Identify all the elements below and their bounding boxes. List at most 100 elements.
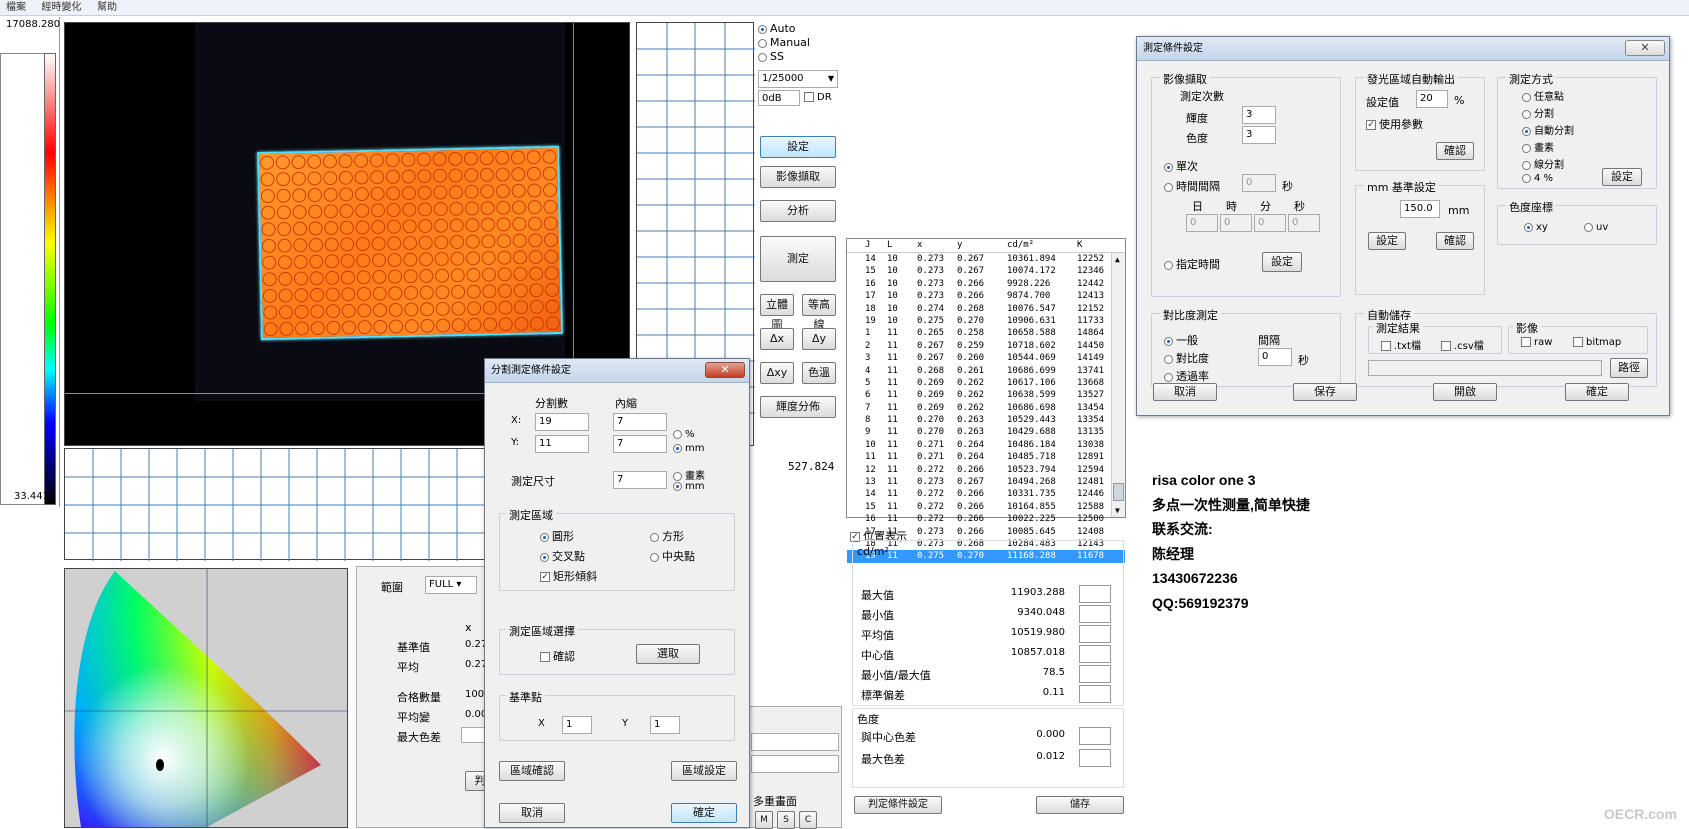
coord-xy[interactable]: xy — [1524, 222, 1548, 233]
use-param-checkbox[interactable]: ✓ — [1366, 120, 1376, 130]
contrast-contrast[interactable]: 對比度 — [1164, 350, 1209, 366]
gain-field[interactable]: 0dB — [758, 90, 800, 106]
rect-tilt[interactable]: ✓ 矩形傾斜 — [540, 568, 597, 584]
table-row[interactable]: 7 11 0.269 0.262 10686.698 13454 — [847, 402, 1125, 414]
minute-input[interactable]: 0 — [1254, 214, 1286, 232]
table-row[interactable]: 15 11 0.272 0.266 10164.855 12588 — [847, 501, 1125, 513]
menu-help[interactable]: 幫助 — [91, 0, 123, 15]
method-auto-split-radio[interactable] — [1522, 126, 1531, 136]
mode-manual-radio[interactable] — [758, 38, 767, 48]
dr-toggle[interactable]: DR — [804, 92, 832, 103]
table-row[interactable]: 12 11 0.272 0.266 10523.794 12594 — [847, 464, 1125, 476]
split-x-shrink-input[interactable]: 7 — [613, 413, 667, 431]
contour-button[interactable]: 等高線 — [802, 294, 836, 331]
mode-manual[interactable]: Manual — [758, 36, 810, 49]
mode-auto[interactable]: Auto — [758, 22, 796, 35]
method-line-split[interactable]: 線分割 — [1522, 156, 1564, 171]
contrast-normal[interactable]: 一般 — [1164, 332, 1198, 348]
method-ratio[interactable]: 4 % — [1522, 173, 1553, 184]
method-pixel[interactable]: 畫素 — [1522, 139, 1554, 154]
setting-button[interactable]: 設定 — [760, 136, 836, 158]
table-row[interactable]: 1 11 0.265 0.258 10658.588 14864 — [847, 327, 1125, 339]
method-pixel-radio[interactable] — [1522, 143, 1531, 153]
mode-auto-radio[interactable] — [758, 24, 767, 34]
pos-cross-radio[interactable] — [540, 552, 549, 562]
shape-circle-radio[interactable] — [540, 532, 549, 542]
pos-center[interactable]: 中央點 — [650, 548, 695, 564]
table-row[interactable]: 15 10 0.273 0.267 10074.172 12346 — [847, 265, 1125, 277]
cond-cancel-button[interactable]: 取消 — [1153, 383, 1217, 401]
split-cancel-button[interactable]: 取消 — [499, 803, 565, 823]
save-path-input[interactable] — [1368, 360, 1602, 376]
base-x-input[interactable]: 1 — [562, 716, 592, 734]
contrast-contrast-radio[interactable] — [1164, 354, 1173, 364]
table-row[interactable]: 10 11 0.271 0.264 10486.184 13038 — [847, 439, 1125, 451]
cond-ok-button[interactable]: 確定 — [1565, 383, 1629, 401]
unit-mm-radio[interactable] — [673, 443, 682, 453]
mode-ss-radio[interactable] — [758, 52, 767, 62]
scroll-thumb[interactable] — [1113, 483, 1124, 501]
method-split-radio[interactable] — [1522, 109, 1531, 119]
scroll-up-icon[interactable]: ▲ — [1115, 255, 1120, 264]
table-row[interactable]: 13 11 0.273 0.267 10494.268 12481 — [847, 476, 1125, 488]
table-row[interactable]: 2 11 0.267 0.259 10718.602 14450 — [847, 340, 1125, 352]
table-row[interactable]: 19 10 0.275 0.270 10906.631 11733 — [847, 315, 1125, 327]
mode-ss[interactable]: SS — [758, 50, 784, 63]
save-txt[interactable]: .txt檔 — [1381, 337, 1421, 352]
base-y-input[interactable]: 1 — [650, 716, 680, 734]
multi-s-button[interactable]: S — [777, 811, 795, 829]
hour-input[interactable]: 0 — [1220, 214, 1252, 232]
method-auto-split[interactable]: 自動分割 — [1522, 122, 1574, 137]
save-raw[interactable]: raw — [1521, 337, 1552, 348]
color-temp-button[interactable]: 色溫 — [802, 362, 836, 384]
shape-circle[interactable]: 圓形 — [540, 528, 574, 544]
table-row[interactable]: 5 11 0.269 0.262 10617.106 13668 — [847, 377, 1125, 389]
mm-confirm-button[interactable]: 確認 — [1436, 232, 1474, 250]
contrast-transmit[interactable]: 透過率 — [1164, 368, 1209, 384]
spec-time-option[interactable]: 指定時間 — [1164, 256, 1220, 272]
save-csv[interactable]: .csv檔 — [1441, 337, 1484, 352]
unit-mm2[interactable]: mm — [673, 481, 704, 492]
once-option[interactable]: 單次 — [1164, 158, 1198, 174]
scroll-down-icon[interactable]: ▼ — [1115, 506, 1120, 515]
table-row[interactable]: 16 10 0.273 0.266 9928.226 12442 — [847, 278, 1125, 290]
shape-square-radio[interactable] — [650, 532, 659, 542]
table-row[interactable]: 9 11 0.270 0.263 10429.688 13135 — [847, 426, 1125, 438]
second-input[interactable]: 0 — [1288, 214, 1320, 232]
table-row[interactable]: 3 11 0.267 0.260 10544.069 14149 — [847, 352, 1125, 364]
capture-button[interactable]: 影像擷取 — [760, 166, 836, 188]
save-raw-checkbox[interactable] — [1521, 337, 1531, 347]
unit-mm[interactable]: mm — [673, 443, 704, 454]
unit-pct[interactable]: % — [673, 429, 695, 440]
interval-radio[interactable] — [1164, 182, 1173, 192]
save-bitmap-checkbox[interactable] — [1573, 337, 1583, 347]
table-row[interactable]: 4 11 0.268 0.261 10686.699 13741 — [847, 365, 1125, 377]
menu-file[interactable]: 檔案 — [0, 0, 32, 15]
spec-time-set-button[interactable]: 設定 — [1262, 252, 1302, 272]
set-value-input[interactable]: 20 — [1416, 90, 1448, 108]
range-select[interactable]: FULL ▾ — [425, 576, 477, 594]
split-x-div-input[interactable]: 19 — [535, 413, 589, 431]
unit-mm2-radio[interactable] — [673, 481, 682, 491]
method-line-split-radio[interactable] — [1522, 160, 1531, 170]
analyze-button[interactable]: 分析 — [760, 200, 836, 222]
pick-button[interactable]: 選取 — [636, 644, 700, 664]
stereo-button[interactable]: 立體圖 — [760, 294, 794, 331]
chr-count-input[interactable]: 3 — [1242, 126, 1276, 144]
unit-pixel[interactable]: 畫素 — [673, 467, 705, 482]
once-radio[interactable] — [1164, 162, 1173, 172]
select-confirm[interactable]: 確認 — [540, 648, 575, 664]
split-ok-button[interactable]: 確定 — [671, 803, 737, 823]
dr-checkbox[interactable] — [804, 92, 814, 102]
table-row[interactable]: 11 11 0.271 0.264 10485.718 12891 — [847, 451, 1125, 463]
coord-uv[interactable]: uv — [1584, 222, 1608, 233]
unit-pixel-radio[interactable] — [673, 471, 682, 481]
use-param[interactable]: ✓ 使用參數 — [1366, 116, 1423, 132]
save-bitmap[interactable]: bitmap — [1573, 337, 1621, 348]
unit-pct-radio[interactable] — [673, 429, 682, 439]
area-set-button[interactable]: 區域設定 — [671, 761, 737, 781]
table-row[interactable]: 8 11 0.270 0.263 10529.443 13354 — [847, 414, 1125, 426]
day-input[interactable]: 0 — [1186, 214, 1218, 232]
coord-xy-radio[interactable] — [1524, 222, 1533, 232]
table-row[interactable]: 14 10 0.273 0.267 10361.894 12252 — [847, 253, 1125, 265]
